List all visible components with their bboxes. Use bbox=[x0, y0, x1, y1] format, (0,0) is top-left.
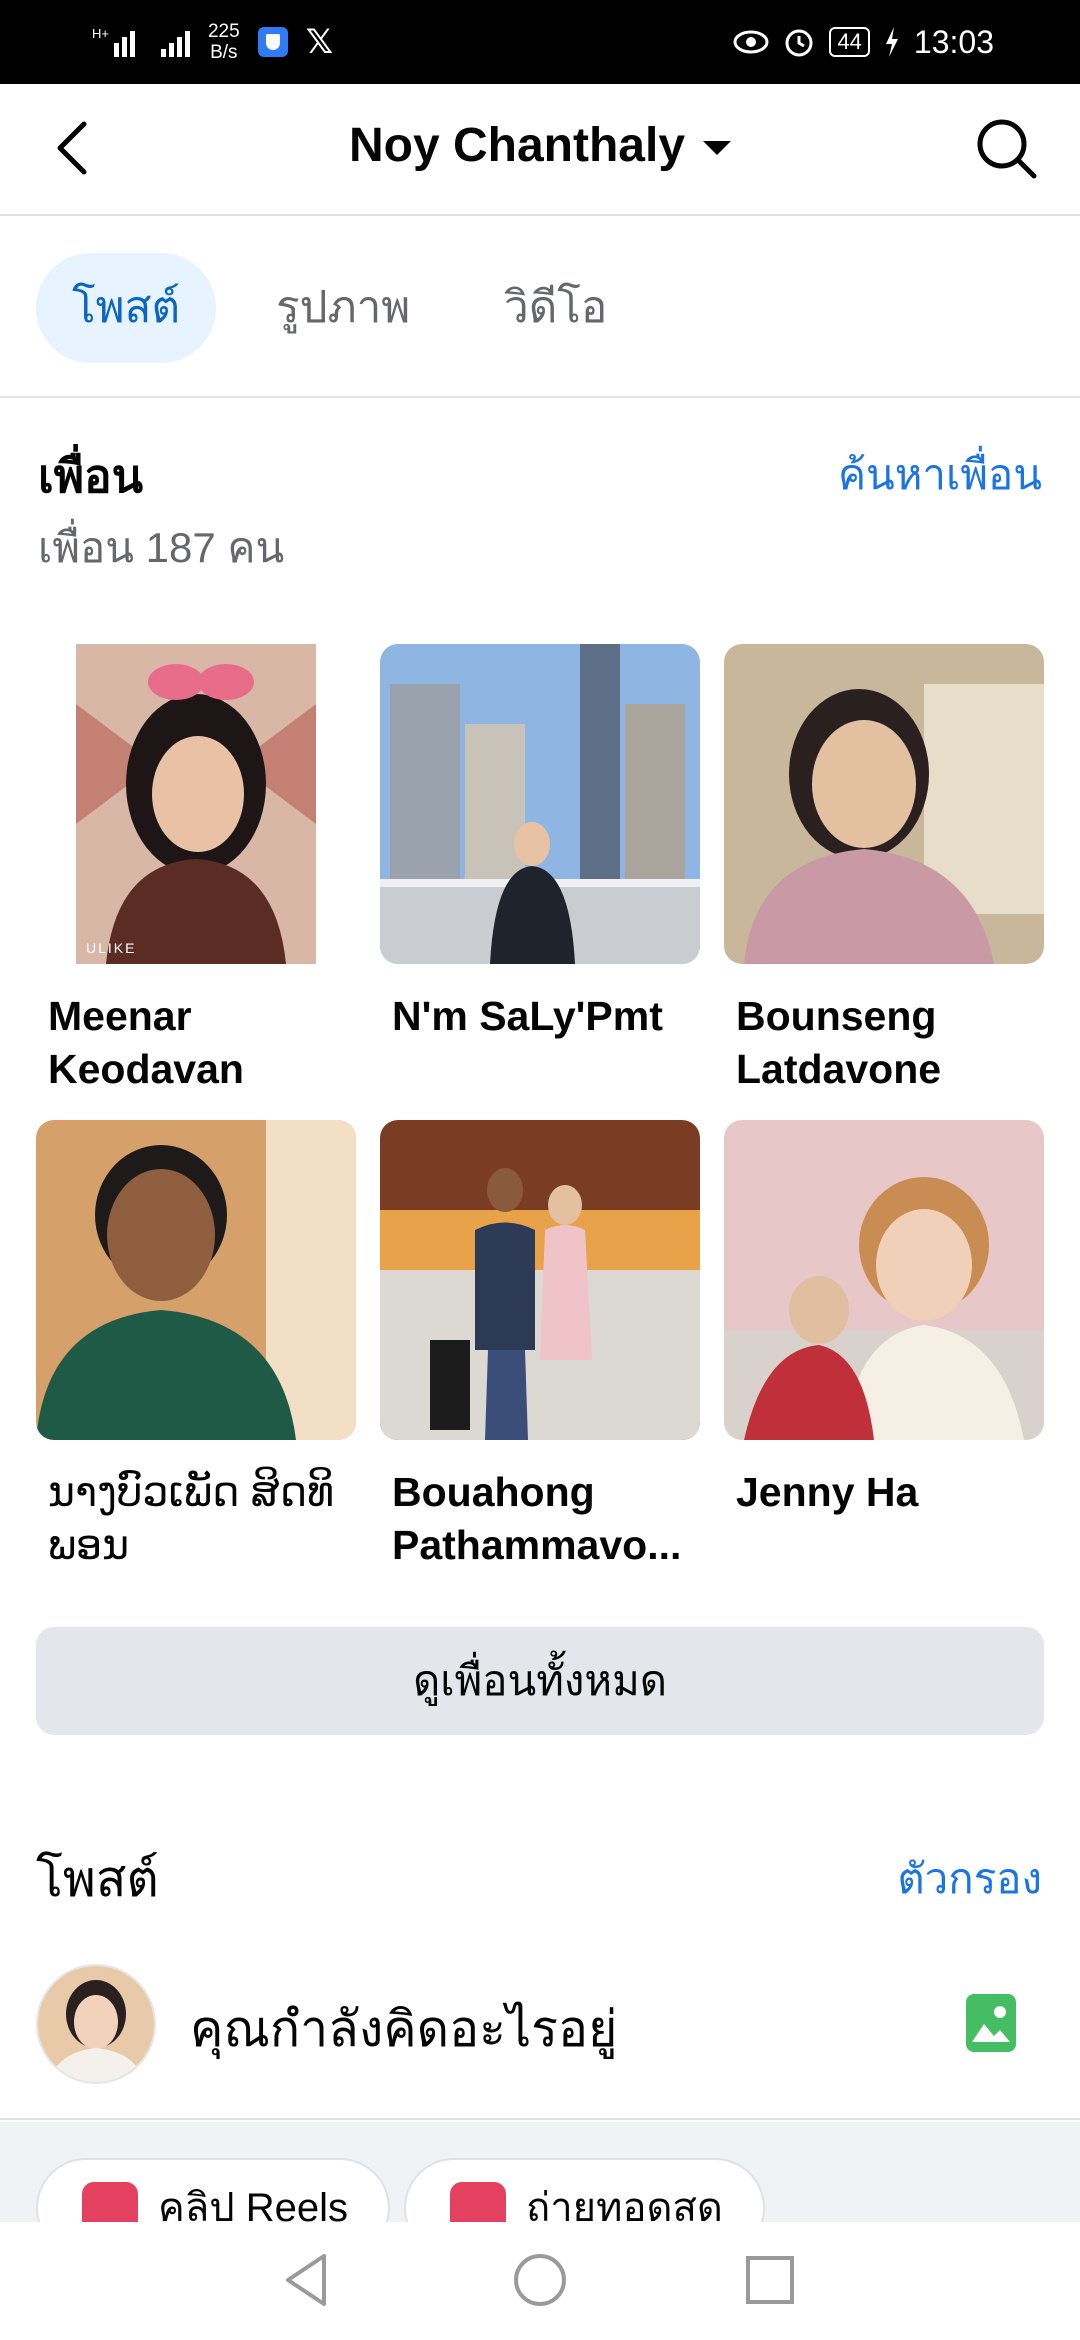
friend-card[interactable]: Jenny Ha bbox=[724, 1120, 1044, 1519]
friend-photo[interactable] bbox=[36, 1120, 356, 1440]
quick-actions-row: คลิป Reels ถ่ายทอดสด bbox=[0, 2122, 1080, 2222]
friend-card[interactable]: ULIKE Meenar Keodavan bbox=[36, 644, 356, 1096]
friends-count: เพื่อน 187 คน bbox=[38, 524, 285, 571]
friend-name[interactable]: Meenar Keodavan bbox=[36, 990, 356, 1096]
reels-label: คลิป Reels bbox=[158, 2186, 349, 2222]
caret-down-icon bbox=[703, 141, 732, 156]
friend-card[interactable]: ນາງບົວເພັດ ສິດທິ ພອນ bbox=[36, 1120, 356, 1572]
posts-section-title: โพสต์ bbox=[36, 1851, 159, 1907]
find-friends-link[interactable]: ค้นหาเพื่อน bbox=[838, 442, 1042, 508]
friend-card[interactable]: Bounseng Latdavone bbox=[724, 644, 1044, 1096]
friend-photo[interactable] bbox=[724, 644, 1044, 964]
friend-name-line1: Bouahong bbox=[392, 1469, 595, 1515]
live-button[interactable]: ถ่ายทอดสด bbox=[404, 2158, 765, 2222]
signal-icon-1: H+ bbox=[92, 27, 143, 57]
reels-icon bbox=[82, 2182, 138, 2222]
post-composer[interactable]: คุณกำลังคิดอะไรอยู่ bbox=[0, 1960, 1080, 2120]
see-all-friends-button[interactable]: ดูเพื่อนทั้งหมด bbox=[36, 1627, 1044, 1735]
friend-name-line2: ພອນ bbox=[48, 1522, 130, 1568]
live-video-icon bbox=[450, 2182, 506, 2222]
net-speed-value: 225 bbox=[207, 21, 240, 42]
friend-photo[interactable] bbox=[380, 1120, 700, 1440]
friend-photo[interactable] bbox=[724, 1120, 1044, 1440]
nav-recents-icon[interactable] bbox=[740, 2250, 800, 2310]
signal-icon-2 bbox=[160, 27, 190, 57]
charging-icon bbox=[885, 27, 898, 57]
friend-name-line1: Meenar bbox=[48, 993, 192, 1039]
filter-link[interactable]: ตัวกรอง bbox=[897, 1846, 1042, 1912]
friend-name[interactable]: Bouahong Pathammavo... bbox=[380, 1466, 700, 1572]
clock: 13:03 bbox=[913, 23, 994, 60]
system-nav-bar bbox=[0, 2222, 1080, 2340]
friend-name-line1: Bounseng bbox=[736, 993, 937, 1039]
friend-name-line1: ນາງບົວເພັດ ສິດທິ bbox=[48, 1469, 334, 1515]
friend-name-line1: N'm SaLy'Pmt bbox=[392, 993, 663, 1039]
tab-videos[interactable]: วิดีโอ bbox=[468, 253, 643, 363]
friend-photo[interactable] bbox=[380, 644, 700, 964]
avatar[interactable] bbox=[36, 1964, 156, 2084]
eye-icon bbox=[733, 30, 769, 54]
net-speed: 225 B/s bbox=[208, 21, 240, 63]
status-right: 44 13:03 bbox=[733, 14, 994, 70]
live-label: ถ่ายทอดสด bbox=[526, 2186, 723, 2222]
alarm-icon bbox=[785, 29, 813, 57]
composer-prompt[interactable]: คุณกำลังคิดอะไรอยู่ bbox=[190, 1990, 617, 2069]
friends-section-title: เพื่อน bbox=[38, 450, 144, 502]
photo-icon[interactable] bbox=[966, 1994, 1016, 2052]
friend-name[interactable]: Bounseng Latdavone bbox=[724, 990, 1044, 1096]
friend-name-line2: Keodavan bbox=[48, 1046, 244, 1092]
header-title: Noy Chanthaly bbox=[348, 119, 686, 172]
tab-photos[interactable]: รูปภาพ bbox=[240, 253, 446, 363]
photo-watermark: ULIKE bbox=[86, 940, 137, 956]
friend-name-line2: Pathammavo... bbox=[392, 1522, 682, 1568]
x-app-icon: 𝕏 bbox=[305, 23, 334, 61]
status-left: H+ 225 B/s 𝕏 bbox=[92, 14, 333, 70]
shield-app-icon bbox=[257, 27, 288, 57]
friend-card[interactable]: Bouahong Pathammavo... bbox=[380, 1120, 700, 1572]
nav-home-icon[interactable] bbox=[510, 2250, 570, 2310]
signal-type-label: H+ bbox=[92, 26, 109, 41]
top-header: Noy Chanthaly bbox=[0, 84, 1080, 216]
profile-tabs: โพสต์ รูปภาพ วิดีโอ bbox=[0, 216, 1080, 398]
net-speed-unit: B/s bbox=[210, 42, 238, 63]
friend-card[interactable]: N'm SaLy'Pmt bbox=[380, 644, 700, 1043]
friend-name[interactable]: N'm SaLy'Pmt bbox=[380, 990, 700, 1043]
profile-switcher[interactable]: Noy Chanthaly bbox=[0, 118, 1080, 173]
friend-name-line1: Jenny Ha bbox=[736, 1469, 919, 1515]
friend-name-line2: Latdavone bbox=[736, 1046, 942, 1092]
battery-level: 44 bbox=[829, 27, 870, 57]
friend-photo[interactable]: ULIKE bbox=[36, 644, 356, 964]
reels-button[interactable]: คลิป Reels bbox=[36, 2158, 391, 2222]
nav-back-icon[interactable] bbox=[278, 2250, 338, 2310]
search-icon[interactable] bbox=[972, 114, 1040, 182]
status-bar: H+ 225 B/s 𝕏 44 13:03 bbox=[0, 0, 1080, 84]
friend-name[interactable]: ນາງບົວເພັດ ສິດທິ ພອນ bbox=[36, 1466, 356, 1572]
tab-posts[interactable]: โพสต์ bbox=[36, 253, 217, 363]
friend-name[interactable]: Jenny Ha bbox=[724, 1466, 1044, 1519]
